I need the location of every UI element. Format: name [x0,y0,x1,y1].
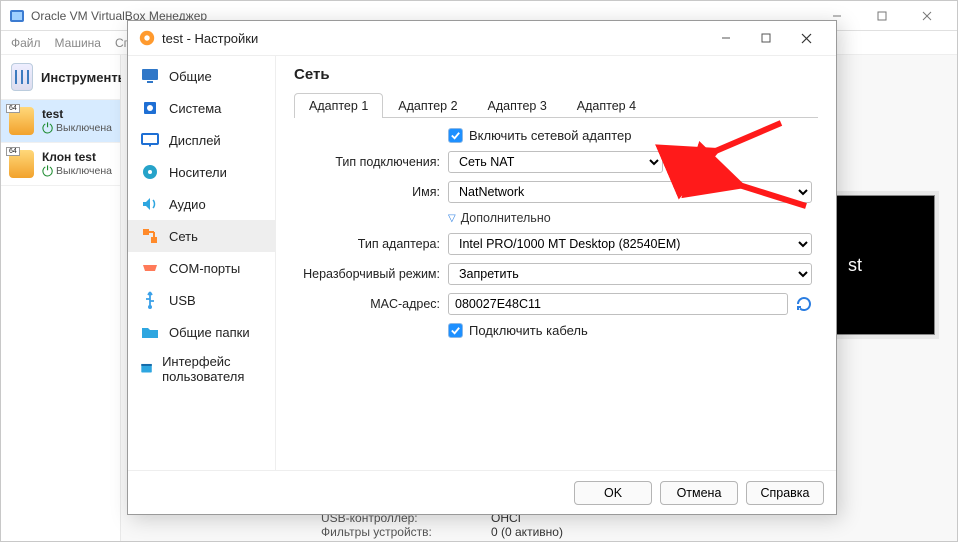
tab-adapter-4[interactable]: Адаптер 4 [562,93,651,118]
manager-maximize-button[interactable] [859,2,904,30]
tab-adapter-3[interactable]: Адаптер 3 [473,93,562,118]
dialog-minimize-button[interactable] [706,23,746,53]
os-icon: 64 [9,150,34,178]
category-network[interactable]: Сеть [128,220,275,252]
vm-state: ⏻Выключена [42,122,112,134]
checkmark-icon [448,323,463,338]
ok-button[interactable]: OK [574,481,652,505]
dialog-close-button[interactable] [786,23,826,53]
settings-dialog: test - Настройки Общие Система Дисплей Н… [127,20,837,515]
chip-icon [140,98,160,118]
serial-port-icon [140,258,160,278]
virtualbox-icon [9,8,25,24]
settings-category-list: Общие Система Дисплей Носители Аудио Сет… [128,56,276,470]
category-display[interactable]: Дисплей [128,124,275,156]
window-icon [140,359,153,379]
os-icon: 64 [9,107,34,135]
category-usb[interactable]: USB [128,284,275,316]
tools-icon [11,63,33,91]
adapter-type-label: Тип адаптера: [298,237,448,251]
settings-gear-icon [138,29,156,47]
promisc-label: Неразборчивый режим: [298,267,448,281]
manager-sidebar: Инструменты 64 test ⏻Выключена 64 Клон t… [1,55,121,541]
cancel-button[interactable]: Отмена [660,481,738,505]
category-serial[interactable]: COM-порты [128,252,275,284]
network-icon [140,226,160,246]
category-ui[interactable]: Интерфейс пользователя [128,348,275,390]
menu-file[interactable]: Файл [11,36,41,50]
network-name-select[interactable]: NatNetwork [448,181,812,203]
folder-icon [140,322,160,342]
section-title: Сеть [294,66,818,83]
display-icon [140,130,160,150]
cable-connected-checkbox[interactable]: Подключить кабель [448,323,588,338]
tab-adapter-1[interactable]: Адаптер 1 [294,93,383,118]
adapter-tabs: Адаптер 1 Адаптер 2 Адаптер 3 Адаптер 4 [294,93,818,118]
disk-icon [140,162,160,182]
dialog-maximize-button[interactable] [746,23,786,53]
checkmark-icon [448,128,463,143]
details-usb-section: USB-контроллер:OHCI Фильтры устройств:0 … [321,511,563,539]
attach-label: Тип подключения: [298,155,448,169]
triangle-down-icon: ▽ [448,213,456,224]
tools-label: Инструменты [41,70,129,85]
help-button[interactable]: Справка [746,481,824,505]
attached-to-select[interactable]: Сеть NAT [448,151,663,173]
vm-item-clone[interactable]: 64 Клон test ⏻Выключена [1,143,120,186]
monitor-icon [140,66,160,86]
enable-adapter-checkbox[interactable]: Включить сетевой адаптер [448,128,631,143]
settings-main-pane: Сеть Адаптер 1 Адаптер 2 Адаптер 3 Адапт… [276,56,836,470]
category-general[interactable]: Общие [128,60,275,92]
category-system[interactable]: Система [128,92,275,124]
speaker-icon [140,194,160,214]
usb-icon [140,290,160,310]
tab-adapter-2[interactable]: Адаптер 2 [383,93,472,118]
promiscuous-mode-select[interactable]: Запретить [448,263,812,285]
advanced-disclosure[interactable]: ▽ Дополнительно [448,211,551,225]
regenerate-mac-button[interactable] [794,294,814,314]
adapter-type-select[interactable]: Intel PRO/1000 MT Desktop (82540EM) [448,233,812,255]
category-shared[interactable]: Общие папки [128,316,275,348]
dialog-button-bar: OK Отмена Справка [128,470,836,514]
mac-address-input[interactable] [448,293,788,315]
name-label: Имя: [298,185,448,199]
category-storage[interactable]: Носители [128,156,275,188]
mac-label: MAC-адрес: [298,297,448,311]
dialog-title: test - Настройки [162,31,706,46]
dialog-titlebar: test - Настройки [128,21,836,55]
tools-button[interactable]: Инструменты [1,55,120,100]
vm-state: ⏻Выключена [42,165,112,177]
category-audio[interactable]: Аудио [128,188,275,220]
manager-close-button[interactable] [904,2,949,30]
vm-item-test[interactable]: 64 test ⏻Выключена [1,100,120,143]
menu-machine[interactable]: Машина [55,36,101,50]
